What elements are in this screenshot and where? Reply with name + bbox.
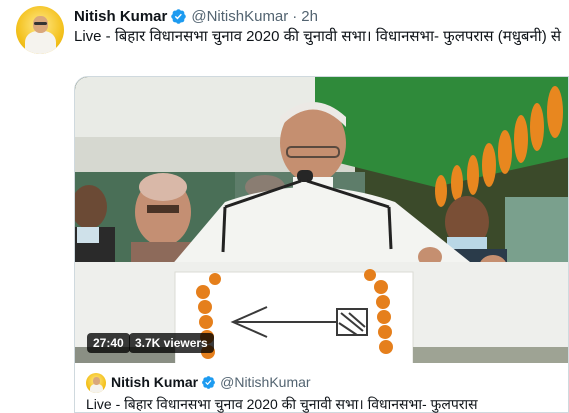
video-frame-image — [75, 77, 568, 363]
quoted-tweet-text: Live - बिहार विधानसभा चुनाव 2020 की चुना… — [86, 396, 478, 412]
tweet-text: Live - बिहार विधानसभा चुनाव 2020 की चुना… — [74, 28, 561, 45]
live-video-player[interactable]: 27:40 3.7K viewers — [74, 76, 569, 364]
quoted-author-avatar[interactable] — [86, 373, 106, 393]
video-duration-badge: 27:40 — [87, 333, 130, 353]
quoted-author-name[interactable]: Nitish Kumar — [111, 374, 198, 390]
verified-badge-icon — [170, 8, 187, 25]
avatar-figure-glasses — [34, 22, 47, 25]
verified-badge-icon — [201, 375, 216, 390]
tweet-timestamp[interactable]: 2h — [301, 8, 318, 25]
quoted-author-handle[interactable]: @NitishKumar — [220, 374, 310, 390]
live-viewers-badge: 3.7K viewers — [129, 333, 214, 353]
quoted-avatar-figure-body — [90, 384, 103, 393]
header-separator: · — [292, 7, 298, 25]
avatar-figure-body — [25, 31, 56, 54]
tweet: Nitish Kumar @NitishKumar · 2h Live - बि… — [0, 0, 569, 413]
author-avatar[interactable] — [16, 6, 64, 54]
tweet-header: Nitish Kumar @NitishKumar · 2h — [74, 7, 318, 25]
quoted-avatar-figure-face — [93, 377, 100, 385]
quoted-tweet-card[interactable]: Nitish Kumar @NitishKumar Live - बिहार व… — [74, 363, 569, 413]
author-handle[interactable]: @NitishKumar — [191, 8, 288, 25]
quoted-tweet-header: Nitish Kumar @NitishKumar — [111, 374, 311, 390]
author-name[interactable]: Nitish Kumar — [74, 8, 167, 25]
